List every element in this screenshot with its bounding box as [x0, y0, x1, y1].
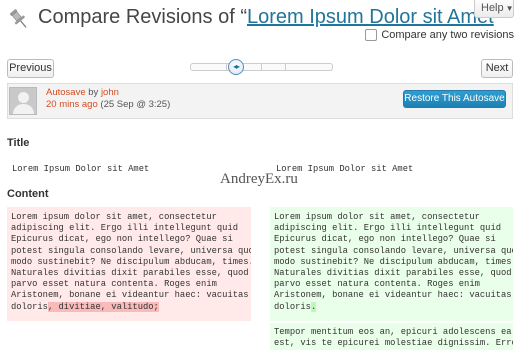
- slider-handle-icon[interactable]: ◂▸: [228, 59, 244, 75]
- diff-line: modo sustinebit? Ne discipulum abducam, …: [11, 256, 251, 267]
- diff-right-added-paragraph: Tempor mentitum eos an, epicuri adolesce…: [270, 323, 513, 350]
- compare-checkbox[interactable]: [365, 29, 378, 41]
- revision-type: Autosave: [46, 87, 86, 98]
- previous-button[interactable]: Previous: [7, 59, 54, 78]
- diff-line: Tempor mentitum eos an, epicuri adolesce…: [274, 327, 512, 337]
- revision-slider-track[interactable]: [190, 63, 333, 71]
- diff-line: Aristonem, bonane ei videantur haec: vac…: [11, 290, 249, 301]
- diff-inserted-text: .: [310, 301, 317, 312]
- slider-tick: [226, 64, 227, 70]
- title-section-heading: Title: [7, 137, 30, 149]
- diff-line: modo sustinebit? Ne discipulum abducam, …: [274, 256, 513, 267]
- compare-label: Compare any two revisions: [381, 29, 514, 41]
- diff-line: Lorem ipsum dolor sit amet, consectetur: [11, 212, 217, 222]
- diff-line: parvo esset natura contenta. Roges enim: [11, 279, 217, 290]
- watermark-text: AndreyEx.ru: [220, 171, 298, 187]
- help-tab[interactable]: Help ▼: [474, 0, 514, 18]
- diff-line: doloris.: [274, 301, 509, 313]
- restore-autosave-button[interactable]: Restore This Autosave: [403, 90, 506, 108]
- title-quote-open: “: [240, 6, 247, 28]
- diff-line: Epicurus dicat, ego non intellego? Quae …: [274, 234, 496, 245]
- diff-line: potest singula consolando levare, univer…: [274, 245, 513, 256]
- diff-plain-text: doloris: [274, 301, 311, 312]
- diff-line: Lorem ipsum dolor sit amet, consectetur: [274, 212, 480, 222]
- title-left-value: Lorem Ipsum Dolor sit Amet: [12, 164, 150, 174]
- diff-line: Epicurus dicat, ego non intellego? Quae …: [11, 234, 233, 245]
- diff-line: Naturales divitias dixit parabiles esse,…: [11, 268, 249, 279]
- revision-by: by: [85, 87, 101, 98]
- diff-line: adipiscing elit. Ergo illi intellegunt q…: [274, 223, 501, 234]
- slider-tick: [285, 64, 286, 70]
- revision-author[interactable]: john: [101, 87, 119, 98]
- compare-two-revisions-toggle[interactable]: Compare any two revisions: [365, 29, 514, 41]
- page-title: Compare Revisions of “Lorem Ipsum Dolor …: [38, 6, 500, 29]
- diff-line: Aristonem, bonane ei videantur haec: vac…: [274, 290, 512, 301]
- revision-ago: 20 mins ago: [46, 99, 98, 110]
- revision-author-line: Autosave by john: [46, 87, 119, 98]
- avatar: [9, 87, 37, 115]
- next-button[interactable]: Next: [481, 59, 513, 78]
- diff-deleted-text: , divitiae, valitudo;: [47, 301, 159, 312]
- title-prefix: Compare Revisions of: [38, 6, 241, 28]
- diff-line: parvo esset natura contenta. Roges enim: [274, 279, 480, 290]
- avatar-body: [13, 104, 34, 114]
- diff-plain-text: doloris: [11, 301, 48, 312]
- content-section-heading: Content: [7, 188, 49, 200]
- revision-date-line: 20 mins ago (25 Sep @ 3:25): [46, 99, 170, 110]
- diff-line: potest singula consolando levare, univer…: [11, 245, 251, 256]
- help-label: Help: [481, 2, 504, 14]
- diff-line: Naturales divitias dixit parabiles esse,…: [274, 268, 512, 279]
- post-title-link[interactable]: Lorem Ipsum Dolor sit Amet: [247, 6, 494, 28]
- pushpin-icon: [9, 9, 27, 28]
- diff-right-inserted-block: Lorem ipsum dolor sit amet, consectetur …: [270, 207, 513, 321]
- diff-left-deleted-block: Lorem ipsum dolor sit amet, consectetur …: [7, 207, 251, 321]
- slider-tick: [261, 64, 262, 70]
- revision-date: (25 Sep @ 3:25): [97, 99, 171, 110]
- diff-line: adipiscing elit. Ergo illi intellegunt q…: [11, 223, 238, 234]
- diff-line: doloris, divitiae, valitudo;: [11, 301, 247, 313]
- avatar-head: [18, 92, 29, 103]
- caret-down-icon: ▼: [505, 4, 514, 13]
- diff-line: est, vis te epicurei molestiae dignissim…: [274, 338, 513, 349]
